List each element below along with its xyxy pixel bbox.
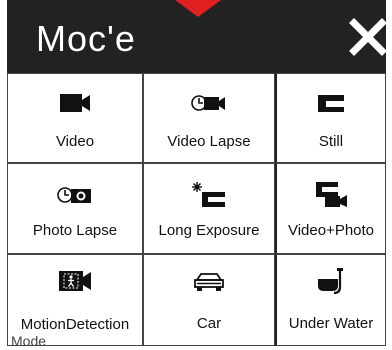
mode-label-line2: Mode bbox=[11, 333, 47, 349]
mode-label: Still bbox=[318, 133, 344, 150]
page-title: Moc'e bbox=[36, 18, 136, 59]
mode-screen: Moc'e Video Video Lapse Still Photo Laps… bbox=[0, 0, 392, 349]
motion-detection-icon bbox=[8, 269, 142, 293]
close-button[interactable] bbox=[348, 17, 388, 57]
video-camera-icon bbox=[8, 92, 142, 114]
video-lapse-icon bbox=[144, 92, 274, 114]
mode-under-water[interactable]: Under Water bbox=[275, 254, 386, 346]
mode-photo-lapse[interactable]: Photo Lapse bbox=[7, 163, 143, 254]
car-icon bbox=[144, 271, 274, 293]
mode-video[interactable]: Video bbox=[7, 73, 143, 163]
mode-label: Video Lapse bbox=[167, 133, 251, 150]
mode-label: Video+Photo bbox=[287, 222, 375, 239]
photo-lapse-icon bbox=[8, 184, 142, 206]
mode-video-lapse[interactable]: Video Lapse bbox=[143, 73, 275, 163]
mode-label: Car bbox=[196, 315, 222, 332]
underwater-icon bbox=[277, 267, 385, 295]
mode-car[interactable]: Car bbox=[143, 254, 275, 346]
video-photo-icon bbox=[277, 180, 385, 208]
long-exposure-icon bbox=[144, 180, 274, 208]
red-pointer-indicator bbox=[175, 0, 221, 17]
mode-long-exposure[interactable]: Long Exposure bbox=[143, 163, 275, 254]
close-icon bbox=[349, 18, 387, 56]
mode-grid: Video Video Lapse Still Photo Lapse Long… bbox=[7, 73, 386, 349]
mode-label: Photo Lapse bbox=[32, 222, 118, 239]
mode-motion-detection[interactable]: MotionDetection Mode bbox=[7, 254, 143, 349]
still-camera-icon bbox=[277, 92, 385, 114]
mode-video-photo[interactable]: Video+Photo bbox=[275, 163, 386, 254]
mode-still[interactable]: Still bbox=[275, 73, 386, 163]
mode-label: Video bbox=[55, 133, 95, 150]
mode-label: Long Exposure bbox=[158, 222, 260, 239]
mode-label: Under Water bbox=[288, 315, 374, 332]
